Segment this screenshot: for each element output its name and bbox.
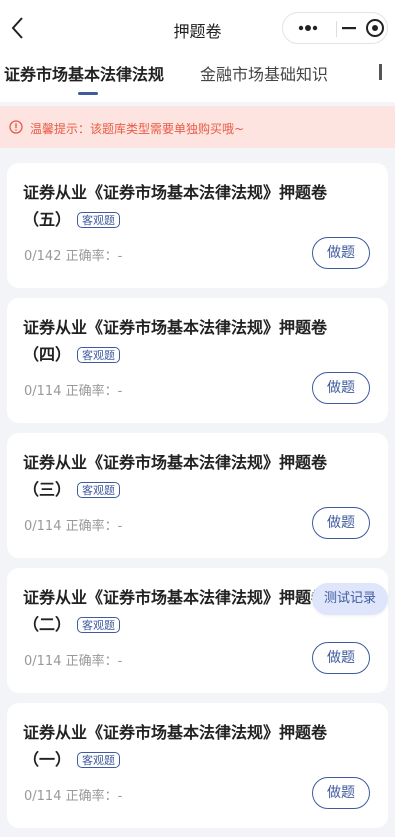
- paper-part: （二）: [23, 615, 72, 634]
- question-type-badge: 客观题: [77, 616, 121, 633]
- tab-securities-law[interactable]: 证券市场基本法律法规: [4, 61, 164, 85]
- do-questions-button[interactable]: 做题: [312, 507, 370, 539]
- accuracy-value: -: [117, 519, 123, 534]
- paper-part: （四）: [23, 345, 72, 364]
- progress-count: 0/114: [24, 789, 62, 804]
- question-type-badge: 客观题: [77, 751, 121, 768]
- paper-part: （一）: [23, 750, 72, 769]
- accuracy-value: -: [117, 789, 123, 804]
- paper-title: 证券从业《证券市场基本法律法规》押题卷 （五） 客观题: [23, 179, 373, 233]
- more-dots-icon[interactable]: [283, 13, 335, 43]
- paper-stats: 0/114 正确率：-: [24, 380, 122, 399]
- tab-financial-basics[interactable]: 金融市场基础知识: [200, 61, 328, 85]
- paper-card[interactable]: 证券从业《证券市场基本法律法规》押题卷 （五） 客观题 0/142 正确率：- 做…: [7, 163, 388, 288]
- paper-card[interactable]: 证券从业《证券市场基本法律法规》押题卷 （一） 客观题 0/114 正确率：- 做…: [7, 703, 388, 828]
- notice-banner: 温馨提示：该题库类型需要单独购买哦~: [0, 106, 395, 148]
- do-questions-button[interactable]: 做题: [312, 237, 370, 269]
- minus-icon[interactable]: [336, 13, 362, 43]
- paper-title-text: 证券从业《证券市场基本法律法规》押题卷: [23, 453, 328, 472]
- target-close-icon[interactable]: [362, 13, 388, 43]
- active-tab-indicator: [78, 92, 98, 95]
- do-questions-button[interactable]: 做题: [312, 777, 370, 809]
- progress-count: 0/114: [24, 384, 62, 399]
- tab-bar: 证券市场基本法律法规 金融市场基础知识: [0, 56, 395, 102]
- question-type-badge: 客观题: [77, 346, 121, 363]
- accuracy-value: -: [117, 249, 123, 264]
- paper-card[interactable]: 证券从业《证券市场基本法律法规》押题卷 （四） 客观题 0/114 正确率：- 做…: [7, 298, 388, 423]
- paper-stats: 0/114 正确率：-: [24, 515, 122, 534]
- accuracy-label: 正确率：: [65, 519, 118, 534]
- paper-stats: 0/142 正确率：-: [24, 245, 122, 264]
- paper-title-text: 证券从业《证券市场基本法律法规》押题卷: [23, 318, 328, 337]
- notice-text: 温馨提示：该题库类型需要单独购买哦~: [30, 122, 245, 136]
- accuracy-value: -: [117, 384, 123, 399]
- paper-card[interactable]: 证券从业《证券市场基本法律法规》押题卷 （三） 客观题 0/114 正确率：- 做…: [7, 433, 388, 558]
- paper-part: （五）: [23, 210, 72, 229]
- do-questions-button[interactable]: 做题: [312, 642, 370, 674]
- paper-title: 证券从业《证券市场基本法律法规》押题卷 （一） 客观题: [23, 719, 373, 773]
- progress-count: 0/114: [24, 654, 62, 669]
- paper-part: （三）: [23, 480, 72, 499]
- paper-title: 证券从业《证券市场基本法律法规》押题卷 （四） 客观题: [23, 314, 373, 368]
- alert-circle-icon: [9, 120, 23, 134]
- next-tab-peek: [379, 64, 382, 80]
- mini-program-capsule: [282, 12, 388, 44]
- accuracy-label: 正确率：: [65, 654, 118, 669]
- question-type-badge: 客观题: [77, 211, 121, 228]
- progress-count: 0/114: [24, 519, 62, 534]
- test-records-button[interactable]: 测试记录: [312, 583, 388, 615]
- progress-count: 0/142: [24, 249, 62, 264]
- paper-title: 证券从业《证券市场基本法律法规》押题卷 （三） 客观题: [23, 449, 373, 503]
- paper-stats: 0/114 正确率：-: [24, 650, 122, 669]
- accuracy-value: -: [117, 654, 123, 669]
- paper-title-text: 证券从业《证券市场基本法律法规》押题卷: [23, 723, 328, 742]
- accuracy-label: 正确率：: [65, 249, 118, 264]
- paper-stats: 0/114 正确率：-: [24, 785, 122, 804]
- nav-bar: 押题卷: [0, 0, 395, 56]
- do-questions-button[interactable]: 做题: [312, 372, 370, 404]
- accuracy-label: 正确率：: [65, 789, 118, 804]
- paper-title-text: 证券从业《证券市场基本法律法规》押题卷: [23, 183, 328, 202]
- question-type-badge: 客观题: [77, 481, 121, 498]
- accuracy-label: 正确率：: [65, 384, 118, 399]
